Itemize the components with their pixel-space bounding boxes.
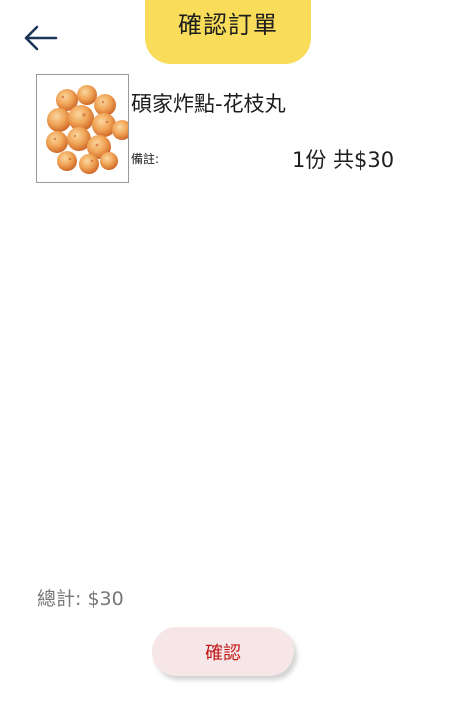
page-title-banner: 確認訂單 bbox=[145, 0, 311, 64]
back-button[interactable] bbox=[18, 18, 62, 58]
note-label: 備註: bbox=[131, 152, 160, 166]
order-total: 總計: $30 bbox=[37, 588, 124, 610]
product-image bbox=[36, 74, 129, 183]
confirm-button-label: 確認 bbox=[205, 642, 241, 664]
arrow-left-icon bbox=[24, 25, 58, 51]
quantity-price: 1份 共$30 bbox=[292, 148, 395, 172]
order-item: 碩家炸點-花枝丸 備註: 1份 共$30 bbox=[36, 74, 416, 186]
item-name: 碩家炸點-花枝丸 bbox=[131, 92, 286, 116]
page-title: 確認訂單 bbox=[178, 11, 278, 39]
confirm-button[interactable]: 確認 bbox=[152, 627, 294, 676]
